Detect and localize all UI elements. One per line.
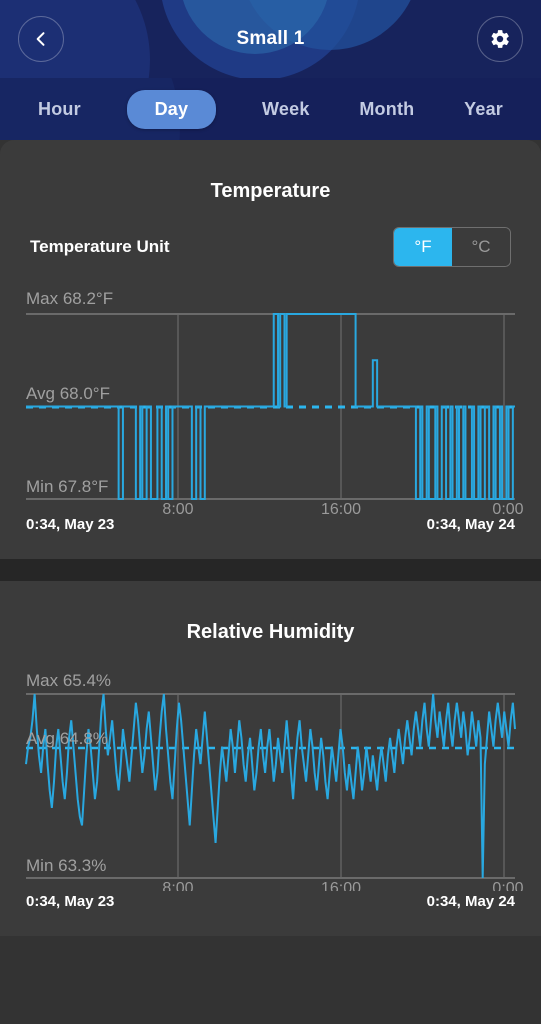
app-root: Small 1 Hour Day Week Month Year Tempera… bbox=[0, 0, 541, 1024]
humidity-series-line bbox=[25, 693, 516, 879]
gear-icon bbox=[491, 30, 509, 48]
temperature-unit-label: Temperature Unit bbox=[30, 237, 170, 256]
humidity-chart-svg: Max 65.4% Avg 64.8% Min 63.3% 8:00 16:00… bbox=[25, 671, 524, 891]
unit-option-fahrenheit[interactable]: °F bbox=[394, 228, 452, 266]
tab-year[interactable]: Year bbox=[460, 90, 507, 129]
temperature-card: Temperature Temperature Unit °F °C Max 6… bbox=[0, 140, 541, 559]
humidity-min-label: Min 63.3% bbox=[26, 856, 106, 875]
x-tick-label: 0:00 bbox=[492, 880, 523, 891]
unit-option-celsius[interactable]: °C bbox=[452, 228, 510, 266]
temperature-series-line bbox=[26, 313, 515, 500]
tab-day[interactable]: Day bbox=[126, 89, 217, 129]
humidity-chart[interactable]: Max 65.4% Avg 64.8% Min 63.3% 8:00 16:00… bbox=[0, 656, 541, 891]
temperature-chart[interactable]: Max 68.2°F Avg 68.0°F Min 67.8°F 8:00 16… bbox=[0, 279, 541, 514]
chevron-left-icon bbox=[36, 32, 45, 46]
card-divider bbox=[0, 559, 541, 581]
temperature-chart-svg: Max 68.2°F Avg 68.0°F Min 67.8°F 8:00 16… bbox=[26, 289, 524, 514]
temperature-avg-label: Avg 68.0°F bbox=[26, 384, 110, 403]
temperature-min-label: Min 67.8°F bbox=[26, 477, 108, 496]
temperature-card-title: Temperature bbox=[210, 180, 331, 202]
temperature-unit-row: Temperature Unit °F °C bbox=[0, 203, 541, 267]
range-end-label: 0:34, May 24 bbox=[426, 516, 515, 533]
x-tick-label: 0:00 bbox=[492, 501, 523, 514]
page-title: Small 1 bbox=[236, 28, 305, 49]
humidity-card-title: Relative Humidity bbox=[186, 621, 355, 643]
humidity-card: Relative Humidity Max 65.4% Avg 64.8% Mi… bbox=[0, 581, 541, 936]
humidity-avg-label: Avg 64.8% bbox=[26, 729, 108, 748]
x-tick-label: 16:00 bbox=[321, 501, 361, 514]
temperature-unit-toggle[interactable]: °F °C bbox=[393, 227, 511, 267]
x-tick-label: 16:00 bbox=[321, 880, 361, 891]
temperature-range-row: 0:34, May 23 0:34, May 24 bbox=[0, 514, 541, 533]
humidity-max-label: Max 65.4% bbox=[26, 671, 111, 690]
humidity-range-row: 0:34, May 23 0:34, May 24 bbox=[0, 891, 541, 910]
range-start-label: 0:34, May 23 bbox=[26, 516, 115, 533]
range-end-label: 0:34, May 24 bbox=[426, 893, 515, 910]
tab-month[interactable]: Month bbox=[355, 90, 418, 129]
temperature-max-label: Max 68.2°F bbox=[26, 289, 113, 308]
back-button[interactable] bbox=[18, 16, 64, 62]
x-tick-label: 8:00 bbox=[162, 880, 193, 891]
tab-hour[interactable]: Hour bbox=[34, 90, 85, 129]
range-start-label: 0:34, May 23 bbox=[26, 893, 115, 910]
period-tabbar: Hour Day Week Month Year bbox=[0, 78, 541, 140]
x-tick-label: 8:00 bbox=[162, 501, 193, 514]
tab-week[interactable]: Week bbox=[258, 90, 314, 129]
app-header: Small 1 bbox=[0, 0, 541, 78]
settings-button[interactable] bbox=[477, 16, 523, 62]
